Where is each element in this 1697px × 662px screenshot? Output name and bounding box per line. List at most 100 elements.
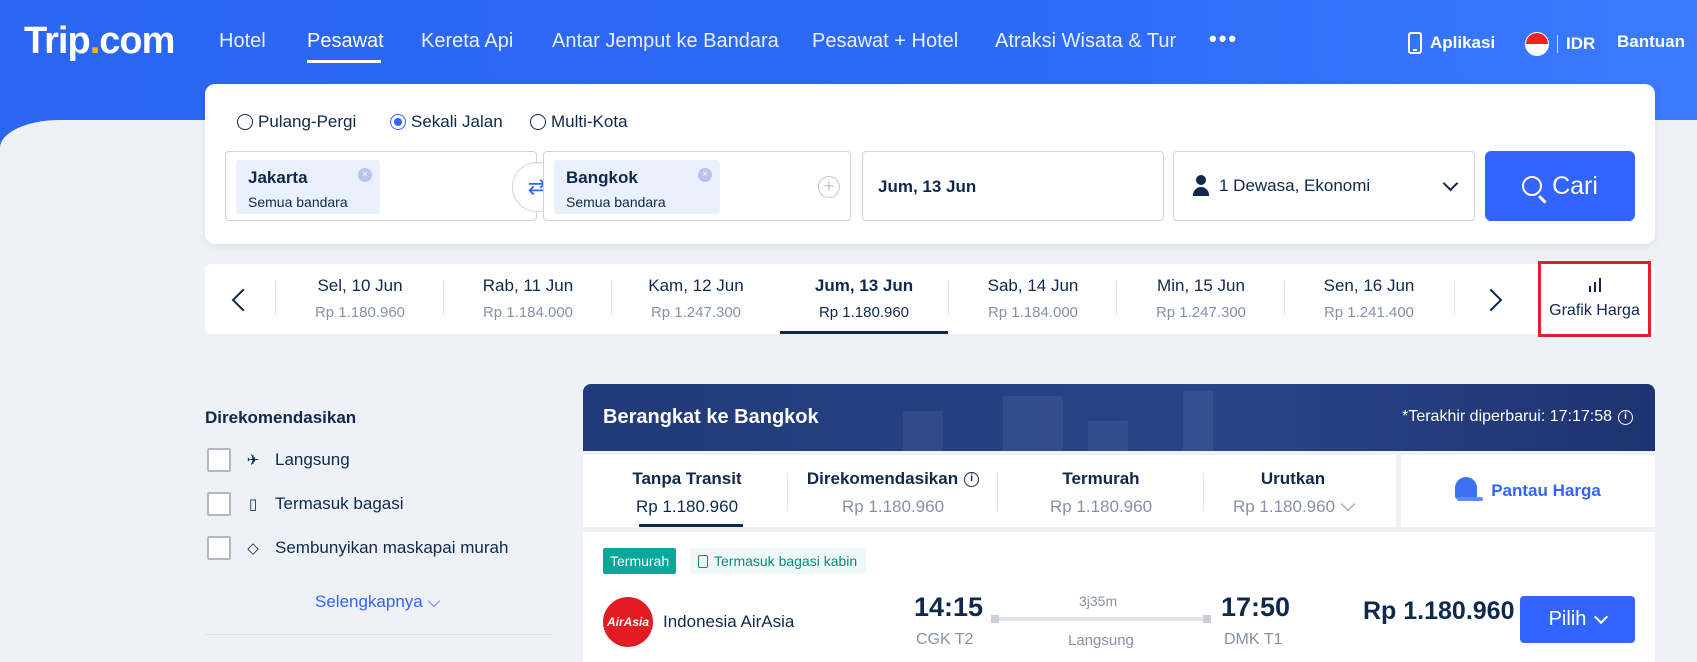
date-option[interactable]: Sen, 16 Jun Rp 1.241.400 [1285,264,1453,334]
sort-recommended[interactable]: Direkomendasikan i Rp 1.180.960 [793,455,993,527]
route-dot [1203,615,1211,623]
filter-hide-lowcost[interactable]: ◇ Sembunyikan maskapai murah [207,536,508,560]
date-option[interactable]: Rab, 11 Jun Rp 1.184.000 [444,264,612,334]
destination-chip[interactable]: Bangkok Semua bandara × [554,160,720,214]
depart-airport: CGK T2 [916,631,974,648]
search-button[interactable]: Cari [1485,151,1635,221]
nav-pesawat[interactable]: Pesawat [307,30,384,53]
show-more-link[interactable]: Selengkapnya ⌵ [315,592,440,612]
luggage-icon [698,554,708,568]
destination-city: Bangkok [566,168,638,187]
passenger-field[interactable]: 1 Dewasa, Ekonomi [1173,151,1475,221]
indonesia-flag-icon [1525,32,1549,56]
checkbox[interactable] [207,492,231,516]
close-icon[interactable]: × [698,168,712,182]
trip-type-multicity[interactable]: Multi-Kota [530,112,628,132]
more-menu-icon[interactable]: ••• [1209,26,1238,52]
filter-direct[interactable]: ✈ Langsung [207,448,350,472]
arrive-airport: DMK T1 [1224,631,1283,648]
decor [1003,396,1063,451]
top-nav: Trip.com Hotel Pesawat Kereta Api Antar … [0,0,1697,84]
results-header: Berangkat ke Bangkok *Terakhir diperbaru… [583,384,1655,451]
nav-pesawat-hotel[interactable]: Pesawat + Hotel [812,30,958,53]
close-icon[interactable]: × [358,168,372,182]
date-option[interactable]: Sab, 14 Jun Rp 1.184.000 [949,264,1117,334]
radio-icon [237,114,253,130]
cheapest-badge: Termurah [603,548,677,574]
date-option[interactable]: Kam, 12 Jun Rp 1.247.300 [612,264,780,334]
sort-cheapest[interactable]: Termurah Rp 1.180.960 [1001,455,1201,527]
chevron-down-icon [1594,609,1609,625]
app-link[interactable]: Aplikasi [1408,32,1495,54]
filter-baggage[interactable]: ▯ Termasuk bagasi [207,492,404,516]
flight-price: Rp 1.180.960 [1363,597,1515,625]
chevron-left-icon[interactable] [231,288,255,312]
info-icon[interactable]: i [964,471,980,487]
divider [443,282,444,316]
search-card: Pulang-Pergi Sekali Jalan Multi-Kota Jak… [205,84,1655,244]
chevron-down-icon: ⌵ [422,592,441,611]
chevron-right-icon[interactable] [1479,288,1503,312]
add-city-icon[interactable]: + [818,176,840,198]
sort-bar: Tanpa Transit Rp 1.180.960 Direkomendasi… [583,455,1396,527]
app-label: Aplikasi [1430,33,1496,52]
bell-icon [1455,477,1484,505]
help-link[interactable]: Bantuan [1617,32,1685,52]
divider [205,634,552,635]
filter-title: Direkomendasikan [205,408,357,427]
date-field[interactable]: Jum, 13 Jun [862,151,1164,221]
phone-icon [1408,32,1422,54]
airline-logo: AirAsia [603,597,653,647]
info-icon[interactable]: i [1618,409,1633,425]
last-updated: *Terakhir diperbarui: 17:17:58 i [1402,408,1633,426]
plane-icon: ✈ [246,452,260,469]
date-option[interactable]: Sel, 10 Jun Rp 1.180.960 [276,264,444,334]
origin-city: Jakarta [248,168,308,187]
checkbox[interactable] [207,448,231,472]
nav-atraksi[interactable]: Atraksi Wisata & Tur [995,30,1176,53]
date-value: Jum, 13 Jun [878,177,977,196]
divider [997,473,998,511]
chevron-down-icon [1340,496,1356,512]
airline-name: Indonesia AirAsia [663,612,795,631]
checkbox[interactable] [207,536,231,560]
trip-logo[interactable]: Trip.com [24,20,175,63]
bar-chart-icon [1541,276,1648,292]
nav-antar-jemput[interactable]: Antar Jemput ke Bandara [552,30,779,53]
chevron-down-icon [1442,175,1459,192]
radio-checked-icon [390,114,406,130]
sort-dropdown[interactable]: Urutkan Rp 1.180.960 [1193,455,1393,527]
decor [1088,421,1128,451]
nav-active-underline [307,60,381,63]
watch-price-button[interactable]: Pantau Harga [1401,455,1655,527]
person-icon [1192,175,1210,197]
trip-type-round[interactable]: Pulang-Pergi [237,112,356,132]
divider [787,473,788,511]
stops-label: Langsung [1068,632,1134,649]
depart-time: 14:15 [914,592,984,622]
destination-sub: Semua bandara [566,194,666,210]
trip-type-oneway[interactable]: Sekali Jalan [390,112,503,132]
price-chart-button[interactable]: Grafik Harga [1538,261,1651,337]
divider [1557,35,1558,53]
nav-hotel[interactable]: Hotel [219,30,266,53]
select-button[interactable]: Pilih [1520,596,1635,643]
decor [1183,391,1213,451]
origin-sub: Semua bandara [248,194,348,210]
destination-field[interactable]: Bangkok Semua bandara × + [543,151,851,221]
route-dot [991,615,999,623]
date-option[interactable]: Min, 15 Jun Rp 1.247.300 [1117,264,1285,334]
currency-selector[interactable]: IDR [1525,32,1595,56]
origin-chip[interactable]: Jakarta Semua bandara × [236,160,380,214]
sort-nonstop[interactable]: Tanpa Transit Rp 1.180.960 [587,455,787,527]
passenger-value: 1 Dewasa, Ekonomi [1219,176,1371,195]
cabin-baggage-badge: Termasuk bagasi kabin [690,548,867,574]
flight-card[interactable]: Termurah Termasuk bagasi kabin AirAsia I… [583,532,1655,662]
luggage-icon: ▯ [248,496,258,513]
divider [1454,282,1455,316]
origin-field[interactable]: Jakarta Semua bandara × [225,151,537,221]
nav-kereta-api[interactable]: Kereta Api [421,30,513,53]
flight-duration: 3j35m [1079,593,1118,609]
decor [903,411,943,451]
date-option-selected[interactable]: Jum, 13 Jun Rp 1.180.960 [780,264,948,334]
